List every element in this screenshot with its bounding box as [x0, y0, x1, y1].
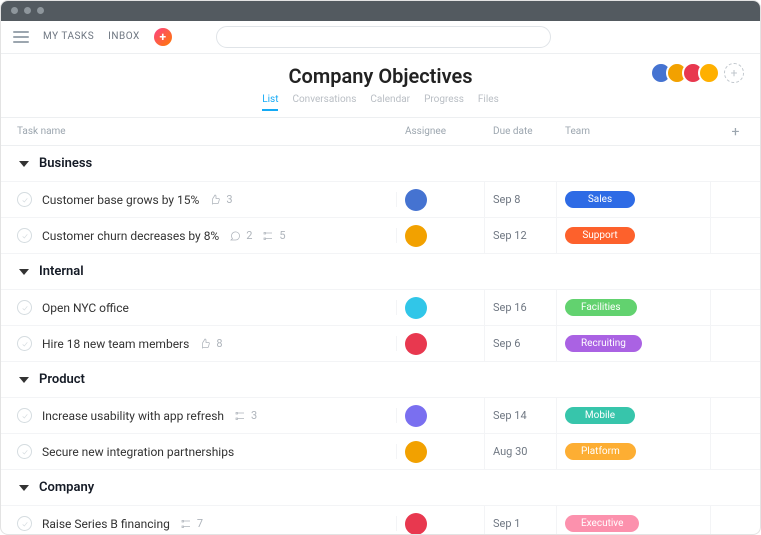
task-row[interactable]: Open NYC office Sep 16 Facilities [1, 290, 760, 326]
subtasks-indicator[interactable]: 7 [180, 517, 203, 530]
team-tag[interactable]: Facilities [565, 299, 637, 316]
section-toggle-icon[interactable] [19, 485, 29, 491]
complete-check-icon[interactable] [17, 192, 32, 207]
team-tag[interactable]: Platform [565, 443, 636, 460]
task-row[interactable]: Customer churn decreases by 8% 25 Sep 12 Su… [1, 218, 760, 254]
col-team: Team [557, 126, 711, 137]
search-input[interactable] [216, 26, 551, 48]
task-row[interactable]: Hire 18 new team members 8 Sep 6 Recruiting [1, 326, 760, 362]
section-name[interactable]: Company [39, 480, 94, 495]
due-date[interactable]: Sep 12 [485, 218, 557, 253]
tab-files[interactable]: Files [478, 94, 499, 111]
task-title: Open NYC office [42, 301, 129, 315]
window-titlebar [1, 1, 760, 21]
assignee-avatar[interactable] [405, 333, 427, 355]
tab-progress[interactable]: Progress [424, 94, 464, 111]
task-title: Secure new integration partnerships [42, 445, 234, 459]
task-title: Raise Series B financing [42, 517, 170, 531]
tab-conversations[interactable]: Conversations [292, 94, 356, 111]
due-date[interactable]: Aug 30 [485, 434, 557, 469]
col-due-date: Due date [485, 126, 557, 137]
complete-check-icon[interactable] [17, 516, 32, 531]
task-row[interactable]: Secure new integration partnerships Aug 3… [1, 434, 760, 470]
add-column-button[interactable]: + [732, 124, 740, 140]
section-toggle-icon[interactable] [19, 161, 29, 167]
due-date[interactable]: Sep 16 [485, 290, 557, 325]
due-date[interactable]: Sep 14 [485, 398, 557, 433]
section-name[interactable]: Business [39, 156, 92, 171]
nav-inbox[interactable]: INBOX [108, 31, 140, 42]
page-title: Company Objectives [1, 64, 760, 88]
likes-indicator[interactable]: 8 [199, 337, 222, 350]
traffic-light-close[interactable] [11, 7, 18, 14]
quick-add-button[interactable]: + [154, 28, 172, 46]
team-tag[interactable]: Executive [565, 515, 639, 532]
col-assignee: Assignee [397, 126, 485, 137]
complete-check-icon[interactable] [17, 228, 32, 243]
complete-check-icon[interactable] [17, 444, 32, 459]
subtasks-indicator[interactable]: 5 [262, 229, 285, 242]
complete-check-icon[interactable] [17, 408, 32, 423]
tab-calendar[interactable]: Calendar [370, 94, 410, 111]
team-tag[interactable]: Support [565, 227, 635, 244]
team-tag[interactable]: Sales [565, 191, 635, 208]
due-date[interactable]: Sep 8 [485, 182, 557, 217]
col-task-name: Task name [1, 126, 397, 137]
due-date[interactable]: Sep 6 [485, 326, 557, 361]
task-row[interactable]: Raise Series B financing 7 Sep 1 Executive [1, 506, 760, 534]
task-title: Customer base grows by 15% [42, 193, 199, 207]
assignee-avatar[interactable] [405, 513, 427, 534]
section-toggle-icon[interactable] [19, 269, 29, 275]
assignee-avatar[interactable] [405, 441, 427, 463]
assignee-avatar[interactable] [405, 297, 427, 319]
traffic-light-min[interactable] [24, 7, 31, 14]
assignee-avatar[interactable] [405, 189, 427, 211]
task-row[interactable]: Customer base grows by 15% 3 Sep 8 Sales [1, 182, 760, 218]
menu-icon[interactable] [13, 31, 29, 43]
tab-list[interactable]: List [262, 94, 278, 111]
traffic-light-max[interactable] [37, 7, 44, 14]
complete-check-icon[interactable] [17, 336, 32, 351]
assignee-avatar[interactable] [405, 225, 427, 247]
nav-my-tasks[interactable]: MY TASKS [43, 31, 94, 42]
due-date[interactable]: Sep 1 [485, 506, 557, 534]
task-row[interactable]: Increase usability with app refresh 3 Sep … [1, 398, 760, 434]
task-title: Customer churn decreases by 8% [42, 229, 219, 243]
section-name[interactable]: Internal [39, 264, 84, 279]
complete-check-icon[interactable] [17, 300, 32, 315]
assignee-avatar[interactable] [405, 405, 427, 427]
team-tag[interactable]: Recruiting [565, 335, 642, 352]
section-name[interactable]: Product [39, 372, 85, 387]
member-avatar[interactable] [698, 62, 720, 84]
likes-indicator[interactable]: 3 [209, 193, 232, 206]
add-member-button[interactable]: + [724, 63, 744, 83]
task-title: Hire 18 new team members [42, 337, 189, 351]
subtasks-indicator[interactable]: 3 [234, 409, 257, 422]
team-tag[interactable]: Mobile [565, 407, 635, 424]
task-title: Increase usability with app refresh [42, 409, 224, 423]
section-toggle-icon[interactable] [19, 377, 29, 383]
comments-indicator[interactable]: 2 [229, 229, 252, 242]
